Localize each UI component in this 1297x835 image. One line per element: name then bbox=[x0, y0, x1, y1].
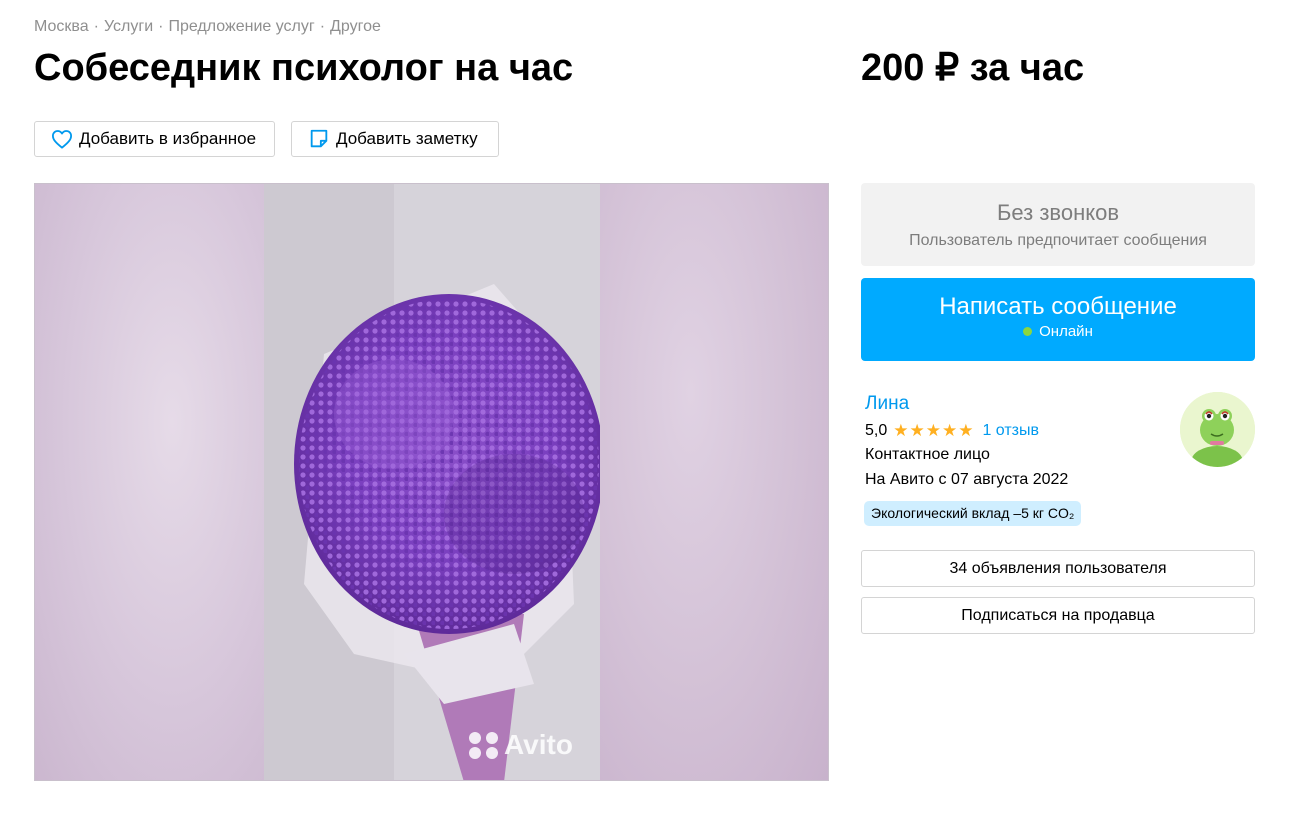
online-status: Онлайн bbox=[861, 323, 1255, 340]
rating-stars-icon: ★★★★★ bbox=[893, 421, 975, 440]
seller-rating: 5,0 ★★★★★ 1 отзыв bbox=[865, 421, 1039, 441]
no-calls-title: Без звонков bbox=[996, 200, 1120, 225]
gallery-blur-left bbox=[35, 184, 264, 780]
seller-name[interactable]: Лина bbox=[865, 393, 909, 415]
breadcrumb-item-services[interactable]: Услуги bbox=[104, 18, 153, 35]
no-calls-subtitle: Пользователь предпочитает сообщения bbox=[909, 232, 1207, 249]
gallery-blur-right bbox=[599, 184, 828, 780]
seller-listings-button[interactable]: 34 объявления пользователя bbox=[861, 550, 1255, 587]
subscribe-seller-button[interactable]: Подписаться на продавца bbox=[861, 597, 1255, 634]
write-message-button[interactable]: Написать сообщение Онлайн bbox=[861, 278, 1255, 361]
note-icon bbox=[310, 129, 328, 148]
breadcrumb-separator: · bbox=[93, 18, 99, 35]
breadcrumb-separator: · bbox=[319, 18, 326, 35]
write-message-label: Написать сообщение bbox=[939, 293, 1177, 320]
breadcrumb-item-city[interactable]: Москва bbox=[34, 18, 89, 35]
page-title: Собеседник психолог на час bbox=[34, 47, 574, 89]
eco-contribution-badge[interactable]: Экологический вклад –5 кг CO₂ bbox=[864, 501, 1082, 526]
seller-role: Контактное лицо bbox=[865, 446, 990, 463]
bouquet-illustration bbox=[264, 184, 600, 780]
listing-photo[interactable]: Avito bbox=[264, 184, 600, 780]
avito-watermark-text: Avito bbox=[504, 729, 573, 760]
add-to-favorites-button[interactable]: Добавить в избранное bbox=[34, 121, 275, 157]
reviews-link[interactable]: 1 отзыв bbox=[982, 422, 1039, 440]
breadcrumb: Москва · Услуги · Предложение услуг · Другое bbox=[34, 18, 381, 36]
no-calls-notice: Без звонков Пользователь предпочитает со… bbox=[861, 183, 1255, 266]
breadcrumb-separator: · bbox=[158, 18, 164, 35]
seller-since: На Авито с 07 августа 2022 bbox=[865, 471, 1069, 488]
breadcrumb-item-offer[interactable]: Предложение услуг bbox=[168, 18, 314, 35]
online-dot-icon bbox=[1023, 327, 1033, 336]
add-note-button[interactable]: Добавить заметку bbox=[291, 121, 499, 157]
frog-avatar-icon bbox=[1180, 392, 1255, 467]
avito-logo-icon bbox=[469, 731, 500, 759]
add-to-favorites-label: Добавить в избранное bbox=[79, 129, 257, 148]
avatar[interactable] bbox=[1180, 392, 1255, 467]
add-note-label: Добавить заметку bbox=[336, 129, 478, 148]
heart-icon bbox=[52, 130, 72, 149]
breadcrumb-item-other[interactable]: Другое bbox=[330, 18, 381, 35]
listing-price: 200 ₽ за час bbox=[861, 47, 1085, 89]
rating-value: 5,0 bbox=[865, 422, 888, 439]
online-status-label: Онлайн bbox=[1039, 323, 1093, 340]
image-gallery[interactable]: Avito bbox=[34, 183, 829, 781]
avito-watermark: Avito bbox=[469, 729, 573, 761]
